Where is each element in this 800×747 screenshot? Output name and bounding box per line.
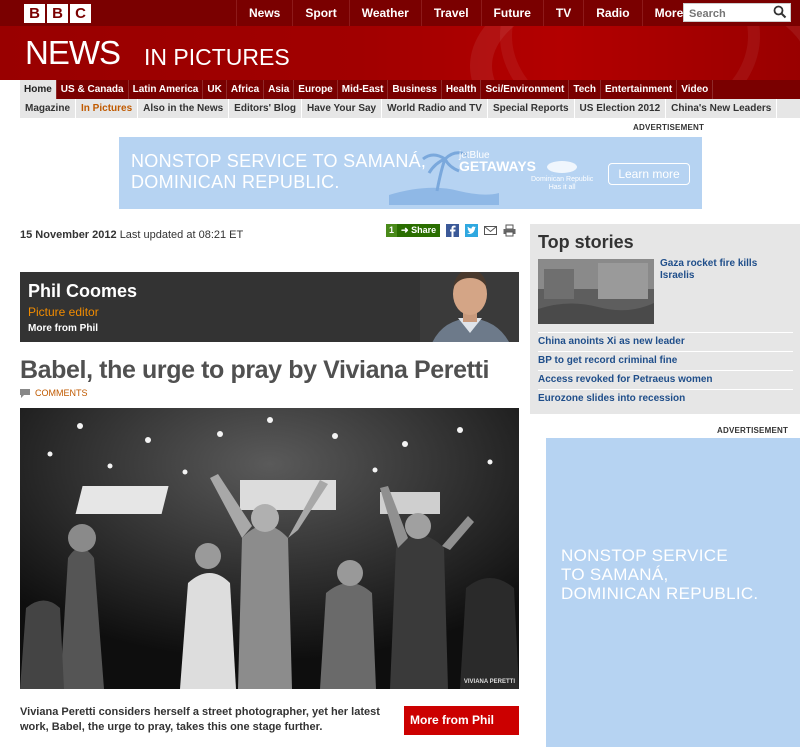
ad-label: ADVERTISEMENT: [633, 123, 705, 132]
global-nav: News Sport Weather Travel Future TV Radi…: [236, 0, 705, 26]
subnav-have-your-say[interactable]: Have Your Say: [302, 99, 383, 118]
dr-emblem-icon: [547, 161, 578, 173]
side-ad-line: NONSTOP SERVICE: [561, 546, 728, 565]
top-story-link[interactable]: Access revoked for Petraeus women: [538, 370, 793, 388]
section-title[interactable]: IN PICTURES: [144, 44, 290, 71]
share-arrow-icon: ➜: [401, 224, 409, 235]
masthead-decoration: [500, 26, 760, 80]
subnav-in-pictures[interactable]: In Pictures: [76, 99, 139, 118]
subnav-us-election-2012[interactable]: US Election 2012: [575, 99, 667, 118]
twitter-icon[interactable]: [465, 223, 479, 237]
nav-home[interactable]: Home: [20, 80, 57, 99]
global-nav-weather[interactable]: Weather: [348, 0, 421, 26]
nav-us-canada[interactable]: US & Canada: [57, 80, 129, 99]
article-headline: Babel, the urge to pray by Viviana Peret…: [20, 356, 490, 384]
subnav-also-in-the-news[interactable]: Also in the News: [138, 99, 230, 118]
share-count: 1: [386, 223, 398, 237]
nav-mid-east[interactable]: Mid-East: [338, 80, 389, 99]
search-box: [683, 3, 791, 23]
side-ad-text: NONSTOP SERVICE TO SAMANÁ, DOMINICAN REP…: [561, 546, 758, 603]
top-story-link[interactable]: BP to get record criminal fine: [538, 351, 793, 369]
banner-ad-line: DOMINICAN REPUBLIC.: [131, 172, 340, 192]
global-nav-sport[interactable]: Sport: [292, 0, 348, 26]
global-nav-news[interactable]: News: [236, 0, 292, 26]
banner-ad-line: NONSTOP SERVICE TO SAMANÁ,: [131, 151, 427, 171]
nav-africa[interactable]: Africa: [227, 80, 265, 99]
congregation-photo: [20, 408, 519, 689]
nav-asia[interactable]: Asia: [264, 80, 295, 99]
more-from-author-link[interactable]: More from Phil: [28, 323, 98, 334]
jetblue-logo: jetBlue GETAWAYS: [459, 150, 537, 174]
dateline: 15 November 2012 Last updated at 08:21 E…: [20, 229, 243, 241]
print-icon[interactable]: [503, 224, 516, 237]
subnav-chinas-new-leaders[interactable]: China's New Leaders: [666, 99, 778, 118]
share-tools: 1 ➜ Share: [386, 223, 516, 237]
global-header: B B C News Sport Weather Travel Future T…: [0, 0, 800, 26]
email-icon[interactable]: [484, 224, 498, 237]
logo-letter: C: [70, 4, 91, 23]
author-box: Phil Coomes Picture editor More from Phi…: [20, 272, 519, 342]
main-photo: VIVIANA PERETTI: [20, 408, 519, 689]
logo-area: B B C: [0, 0, 236, 26]
comment-icon: [20, 388, 30, 398]
bbc-logo[interactable]: B B C: [24, 4, 91, 23]
banner-ad[interactable]: NONSTOP SERVICE TO SAMANÁ, DOMINICAN REP…: [119, 137, 702, 209]
global-nav-future[interactable]: Future: [480, 0, 543, 26]
global-nav-travel[interactable]: Travel: [420, 0, 481, 26]
author-name[interactable]: Phil Coomes: [28, 281, 137, 302]
nav-business[interactable]: Business: [388, 80, 442, 99]
logo-letter: B: [47, 4, 68, 23]
learn-more-button[interactable]: Learn more: [608, 163, 690, 185]
dr-logo-line: Dominican Republic: [531, 176, 594, 183]
top-story-link[interactable]: Eurozone slides into recession: [538, 389, 793, 407]
dr-logo-line: Has it all: [548, 184, 576, 191]
top-stories-title: Top stories: [538, 232, 634, 252]
share-label: Share: [411, 224, 437, 235]
subnav-magazine[interactable]: Magazine: [20, 99, 77, 118]
nav-europe[interactable]: Europe: [294, 80, 338, 99]
facebook-icon[interactable]: [446, 223, 460, 237]
masthead: NEWS IN PICTURES: [0, 26, 800, 80]
nav-entertainment[interactable]: Entertainment: [601, 80, 678, 99]
comments-link[interactable]: COMMENTS: [20, 388, 88, 398]
subnav-world-radio-tv[interactable]: World Radio and TV: [382, 99, 488, 118]
news-title[interactable]: NEWS: [25, 34, 121, 72]
nav-latin-america[interactable]: Latin America: [129, 80, 204, 99]
more-from-phil-box[interactable]: More from Phil: [404, 706, 519, 735]
article-intro: Viviana Peretti considers herself a stre…: [20, 706, 380, 733]
subnav-special-reports[interactable]: Special Reports: [488, 99, 575, 118]
author-role: Picture editor: [28, 305, 99, 319]
top-story-link[interactable]: China anoints Xi as new leader: [538, 332, 793, 350]
nav-health[interactable]: Health: [442, 80, 482, 99]
subnav-editors-blog[interactable]: Editors' Blog: [229, 99, 302, 118]
share-button[interactable]: ➜ Share: [397, 223, 441, 237]
global-nav-radio[interactable]: Radio: [583, 0, 641, 26]
top-story-thumbnail[interactable]: [538, 259, 654, 324]
last-updated: Last updated at 08:21 ET: [119, 229, 244, 241]
banner-ad-text: NONSTOP SERVICE TO SAMANÁ, DOMINICAN REP…: [131, 151, 426, 193]
article-date: 15 November 2012: [20, 229, 117, 241]
global-nav-tv[interactable]: TV: [542, 0, 583, 26]
nav-sci-environment[interactable]: Sci/Environment: [481, 80, 570, 99]
side-ad[interactable]: NONSTOP SERVICE TO SAMANÁ, DOMINICAN REP…: [546, 438, 800, 747]
search-icon[interactable]: [773, 5, 787, 19]
logo-letter: B: [24, 4, 45, 23]
top-story-lead-link[interactable]: Gaza rocket fire kills Israelis: [660, 258, 790, 282]
share-button-group[interactable]: 1 ➜ Share: [386, 223, 441, 237]
photo-credit: VIVIANA PERETTI: [463, 679, 515, 685]
nav-tech[interactable]: Tech: [569, 80, 601, 99]
author-portrait: [420, 272, 519, 342]
dominican-republic-logo: Dominican Republic Has it all: [531, 159, 593, 192]
search-input[interactable]: [684, 5, 768, 23]
primary-nav: Home US & Canada Latin America UK Africa…: [20, 80, 800, 99]
side-ad-line: TO SAMANÁ,: [561, 565, 669, 584]
nav-video[interactable]: Video: [677, 80, 714, 99]
jetblue-getaways: GETAWAYS: [459, 158, 537, 174]
comments-label: COMMENTS: [35, 388, 88, 398]
ad-label: ADVERTISEMENT: [717, 426, 789, 435]
top-stories: Top stories Gaza rocket fire kills Israe…: [530, 224, 800, 414]
nav-uk[interactable]: UK: [203, 80, 227, 99]
secondary-nav: Magazine In Pictures Also in the News Ed…: [20, 99, 800, 118]
side-ad-line: DOMINICAN REPUBLIC.: [561, 584, 759, 603]
